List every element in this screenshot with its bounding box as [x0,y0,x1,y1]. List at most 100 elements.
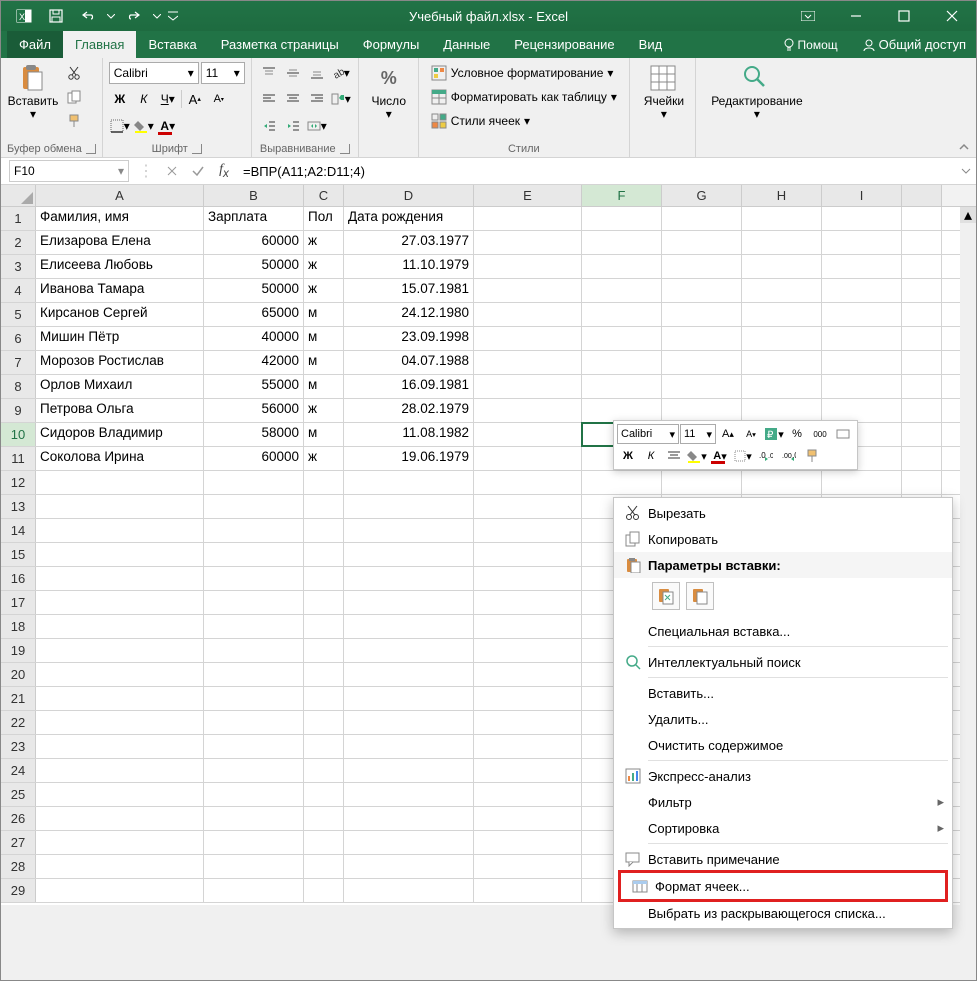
dialog-launcher-icon[interactable] [340,144,350,154]
mini-font-combo[interactable]: Calibri▾ [617,424,679,444]
enter-icon[interactable] [185,160,211,182]
cell-extra-11[interactable] [902,447,942,470]
cell-I9[interactable] [822,399,902,422]
orientation-icon[interactable]: ab▾ [330,62,352,84]
cell-A12[interactable] [36,471,204,494]
cell-A1[interactable]: Фамилия, имя [36,207,204,230]
cell-A17[interactable] [36,591,204,614]
paste-option-default[interactable] [652,582,680,610]
cell-E20[interactable] [474,663,582,686]
cell-C13[interactable] [304,495,344,518]
cell-D23[interactable] [344,735,474,758]
cell-E23[interactable] [474,735,582,758]
col-header-G[interactable]: G [662,185,742,206]
row-header-14[interactable]: 14 [1,519,36,542]
row-header-26[interactable]: 26 [1,807,36,830]
cell-C23[interactable] [304,735,344,758]
cell-E28[interactable] [474,855,582,878]
cell-E2[interactable] [474,231,582,254]
cell-G3[interactable] [662,255,742,278]
cell-D22[interactable] [344,711,474,734]
cell-A9[interactable]: Петрова Ольга [36,399,204,422]
decrease-indent-icon[interactable] [258,115,280,137]
cell-F8[interactable] [582,375,662,398]
close-button[interactable] [928,1,976,31]
cell-A10[interactable]: Сидоров Владимир [36,423,204,446]
cell-E19[interactable] [474,639,582,662]
cell-A18[interactable] [36,615,204,638]
cell-B14[interactable] [204,519,304,542]
cell-I1[interactable] [822,207,902,230]
cell-B27[interactable] [204,831,304,854]
cells-button[interactable]: Ячейки▾ [636,62,692,121]
cell-C20[interactable] [304,663,344,686]
row-header-21[interactable]: 21 [1,687,36,710]
row-header-20[interactable]: 20 [1,663,36,686]
cell-E27[interactable] [474,831,582,854]
cell-B6[interactable]: 40000 [204,327,304,350]
cell-D9[interactable]: 28.02.1979 [344,399,474,422]
borders-button[interactable]: ▾ [109,115,131,137]
shrink-font-button[interactable]: A▾ [208,88,230,110]
cell-I12[interactable] [822,471,902,494]
cell-D20[interactable] [344,663,474,686]
cell-A22[interactable] [36,711,204,734]
cell-C11[interactable]: ж [304,447,344,470]
cell-B13[interactable] [204,495,304,518]
cell-H7[interactable] [742,351,822,374]
cell-A11[interactable]: Соколова Ирина [36,447,204,470]
menu-sort[interactable]: Сортировка▸ [614,815,952,841]
row-header-15[interactable]: 15 [1,543,36,566]
align-middle-icon[interactable] [282,62,304,84]
cell-G2[interactable] [662,231,742,254]
align-left-icon[interactable] [258,88,280,110]
cell-G1[interactable] [662,207,742,230]
col-header-E[interactable]: E [474,185,582,206]
cell-C16[interactable] [304,567,344,590]
cell-G4[interactable] [662,279,742,302]
cell-B15[interactable] [204,543,304,566]
cell-E17[interactable] [474,591,582,614]
cell-D27[interactable] [344,831,474,854]
wrap-text-icon[interactable]: ▾ [330,88,352,110]
increase-indent-icon[interactable] [282,115,304,137]
col-header-extra[interactable] [902,185,942,206]
cell-B7[interactable]: 42000 [204,351,304,374]
cell-A16[interactable] [36,567,204,590]
cell-D26[interactable] [344,807,474,830]
cell-E16[interactable] [474,567,582,590]
dialog-launcher-icon[interactable] [86,144,96,154]
cell-H4[interactable] [742,279,822,302]
cell-C21[interactable] [304,687,344,710]
cut-icon[interactable] [63,62,85,84]
cell-D15[interactable] [344,543,474,566]
grow-font-button[interactable]: A▴ [184,88,206,110]
cell-B28[interactable] [204,855,304,878]
menu-pick-dropdown[interactable]: Выбрать из раскрывающегося списка... [614,900,952,926]
dialog-launcher-icon[interactable] [192,144,202,154]
cell-D10[interactable]: 11.08.1982 [344,423,474,446]
cell-E8[interactable] [474,375,582,398]
cell-F4[interactable] [582,279,662,302]
qat-customize-icon[interactable] [165,2,181,30]
cell-E14[interactable] [474,519,582,542]
cell-C10[interactable]: м [304,423,344,446]
cell-E10[interactable] [474,423,582,446]
cell-B20[interactable] [204,663,304,686]
menu-insert[interactable]: Вставить... [614,680,952,706]
paste-button[interactable]: Вставить▾ [7,62,59,132]
cell-A7[interactable]: Морозов Ростислав [36,351,204,374]
row-header-8[interactable]: 8 [1,375,36,398]
cell-A5[interactable]: Кирсанов Сергей [36,303,204,326]
cell-B17[interactable] [204,591,304,614]
cell-A6[interactable]: Мишин Пётр [36,327,204,350]
cell-extra-1[interactable] [902,207,942,230]
cell-B16[interactable] [204,567,304,590]
cell-E3[interactable] [474,255,582,278]
cell-D11[interactable]: 19.06.1979 [344,447,474,470]
cell-B21[interactable] [204,687,304,710]
cell-A14[interactable] [36,519,204,542]
mini-bold-button[interactable]: Ж [617,446,639,466]
cell-extra-12[interactable] [902,471,942,494]
row-header-27[interactable]: 27 [1,831,36,854]
